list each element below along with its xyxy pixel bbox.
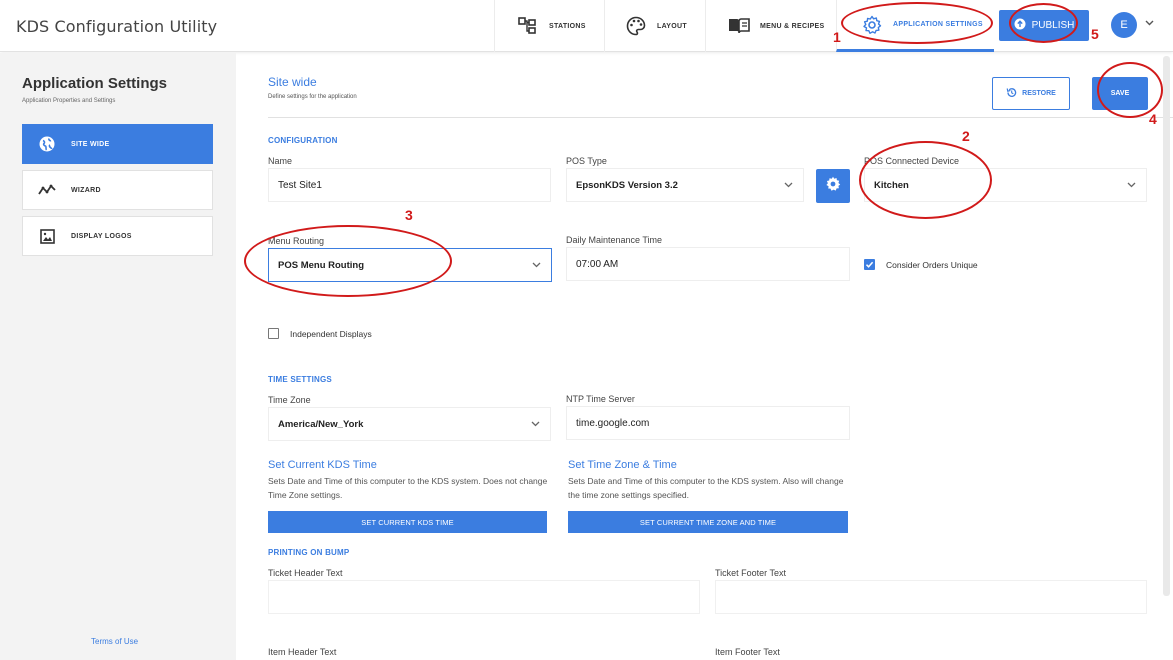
configuration-heading: CONFIGURATION [268,136,338,145]
top-bar: KDS Configuration Utility STATIONS LAYOU… [0,0,1173,52]
set-timezone-title: Set Time Zone & Time [568,459,677,471]
time-settings-heading: TIME SETTINGS [268,375,332,384]
pos-settings-button[interactable] [816,169,850,203]
annotation-number: 2 [962,128,970,144]
maintenance-value: 07:00 AM [576,258,619,270]
sidebar-item-label: SITE WIDE [71,140,110,148]
save-button[interactable]: SAVE [1092,77,1148,110]
pos-type-label: POS Type [566,156,607,166]
pos-type-select[interactable]: EpsonKDS Version 3.2 [566,168,804,202]
ntp-value: time.google.com [576,417,650,429]
restore-label: RESTORE [1022,90,1056,97]
sidebar-subtitle: Application Properties and Settings [22,98,116,104]
tab-menu-recipes[interactable]: MENU & RECIPES [705,0,836,52]
pos-device-select[interactable]: Kitchen [864,168,1147,202]
unique-orders-checkbox[interactable] [864,259,875,270]
sidebar-title: Application Settings [22,75,168,92]
annotation-number: 1 [833,29,841,45]
sidebar-item-display-logos[interactable]: DISPLAY LOGOS [22,216,213,256]
tab-stations-label: STATIONS [549,22,586,30]
tab-menu-recipes-label: MENU & RECIPES [760,22,825,30]
page-subtitle: Define settings for the application [268,94,357,100]
header-divider [268,117,1173,118]
tab-stations[interactable]: STATIONS [494,0,604,52]
sidebar-item-wizard[interactable]: WIZARD [22,170,213,210]
terms-of-use-link[interactable]: Terms of Use [91,637,138,646]
pos-device-label: POS Connected Device [864,156,960,166]
name-label: Name [268,156,293,166]
upload-icon [1014,18,1026,33]
stations-icon [517,15,539,37]
sidebar: Application Settings Application Propert… [0,53,236,660]
pos-device-value: Kitchen [874,179,909,191]
timezone-label: Time Zone [268,395,311,405]
book-icon [728,15,750,37]
publish-label: PUBLISH [1031,20,1075,31]
globe-icon [23,136,71,152]
maintenance-time-field[interactable]: 07:00 AM [566,247,850,281]
menu-routing-value: POS Menu Routing [278,259,365,271]
independent-displays-label: Independent Displays [290,329,372,339]
main-content: Site wide Define settings for the applic… [236,53,1173,660]
ntp-server-field[interactable]: time.google.com [566,406,850,440]
history-icon [1006,87,1017,100]
publish-button[interactable]: PUBLISH [999,10,1089,41]
gear-icon [861,14,883,36]
ticket-footer-label: Ticket Footer Text [715,568,787,578]
set-kds-time-button[interactable]: SET CURRENT KDS TIME [268,511,547,533]
printing-heading: PRINTING ON BUMP [268,548,350,557]
app-title: KDS Configuration Utility [16,17,218,36]
chevron-down-icon [784,180,793,190]
sidebar-item-label: WIZARD [71,186,101,194]
gear-icon [825,176,841,197]
scrollbar-thumb[interactable] [1163,56,1170,596]
menu-routing-select[interactable]: POS Menu Routing [268,248,552,282]
tab-layout-label: LAYOUT [657,22,687,30]
name-field[interactable]: Test Site1 [268,168,551,202]
ticket-header-label: Ticket Header Text [268,568,343,578]
chevron-down-icon [1127,180,1136,190]
chevron-down-icon [532,260,541,270]
tab-layout[interactable]: LAYOUT [604,0,705,52]
pos-type-value: EpsonKDS Version 3.2 [576,179,678,191]
ticket-footer-input[interactable] [715,580,1147,614]
avatar[interactable]: E [1111,12,1137,38]
tab-application-settings-label: APPLICATION SETTINGS [893,21,983,28]
timezone-select[interactable]: America/New_York [268,407,551,441]
annotation-number: 5 [1091,26,1099,42]
name-value: Test Site1 [278,179,322,191]
image-icon [23,228,71,244]
palette-icon [625,15,647,37]
ticket-header-input[interactable] [268,580,700,614]
item-header-label: Item Header Text [268,647,337,657]
restore-button[interactable]: RESTORE [992,77,1070,110]
unique-orders-label: Consider Orders Unique [886,260,978,270]
timezone-value: America/New_York [278,418,364,430]
set-timezone-description: Sets Date and Time of this computer to t… [568,476,844,500]
tab-application-settings[interactable]: APPLICATION SETTINGS [836,0,994,52]
sidebar-item-label: DISPLAY LOGOS [71,232,132,240]
annotation-number: 4 [1149,111,1157,127]
sidebar-item-site-wide[interactable]: SITE WIDE [22,124,213,164]
maintenance-label: Daily Maintenance Time [566,235,663,245]
annotation-number: 3 [405,207,413,223]
set-kds-time-description: Sets Date and Time of this computer to t… [268,476,548,500]
page-title: Site wide [268,75,317,89]
chevron-down-icon [531,419,540,429]
independent-displays-checkbox[interactable] [268,328,279,339]
ntp-label: NTP Time Server [566,394,635,404]
set-kds-time-title: Set Current KDS Time [268,459,377,471]
set-timezone-button[interactable]: SET CURRENT TIME ZONE AND TIME [568,511,848,533]
wizard-icon [23,184,71,196]
item-footer-label: Item Footer Text [715,647,780,657]
chevron-down-icon[interactable] [1145,18,1154,28]
menu-routing-label: Menu Routing [268,236,325,246]
